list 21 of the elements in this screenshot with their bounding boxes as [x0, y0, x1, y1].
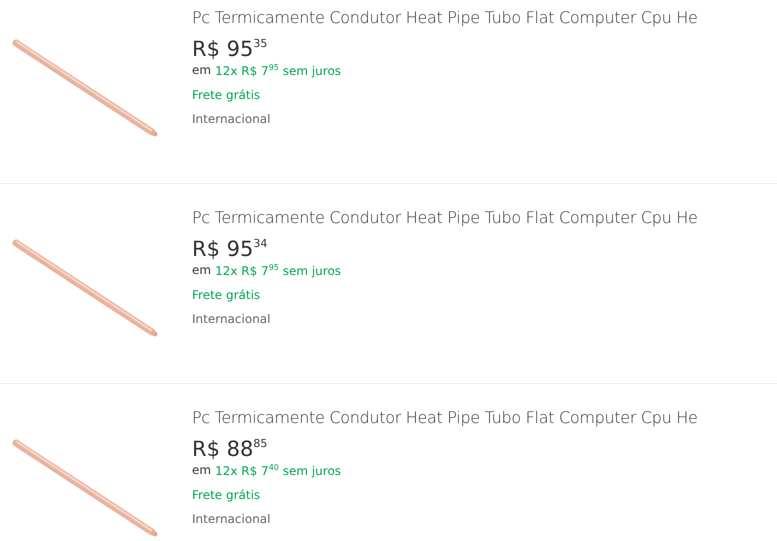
origin-label: Internacional	[192, 312, 272, 326]
product-title[interactable]: Pc Termicamente Condutor Heat Pipe Tubo Flat Computer Cpu He	[192, 208, 698, 227]
product-price: R$ 88$^{85}$	[192, 437, 268, 461]
installment-text: 12x R$ 7$^{40}$ sem juros	[215, 463, 342, 478]
product-title[interactable]: Pc Termicamente Condutor Heat Pipe Tubo Flat Computer Cpu He	[192, 8, 698, 27]
product-title[interactable]: Pc Termicamente Condutor Heat Pipe Tubo Flat Computer Cpu He	[192, 408, 698, 427]
installment-prefix: em	[192, 63, 212, 78]
installment-text: 12x R$ 7$^{95}$ sem juros	[215, 63, 342, 78]
heat-pipe-drawing[interactable]	[12, 238, 160, 338]
free-shipping-label: Frete grátis	[192, 288, 262, 302]
free-shipping-label: Frete grátis	[192, 88, 262, 102]
origin-label: Internacional	[192, 112, 272, 126]
installment-prefix: em	[192, 263, 212, 278]
product-price: R$ 95$^{35}$	[192, 37, 268, 61]
installment-prefix: em	[192, 463, 212, 478]
origin-label: Internacional	[192, 512, 272, 526]
free-shipping-label: Frete grátis	[192, 488, 262, 502]
product-price: R$ 95$^{34}$	[192, 237, 268, 261]
heat-pipe-drawing[interactable]	[12, 438, 160, 538]
installment-text: 12x R$ 7$^{95}$ sem juros	[215, 263, 342, 278]
heat-pipe-drawing[interactable]	[12, 38, 160, 138]
